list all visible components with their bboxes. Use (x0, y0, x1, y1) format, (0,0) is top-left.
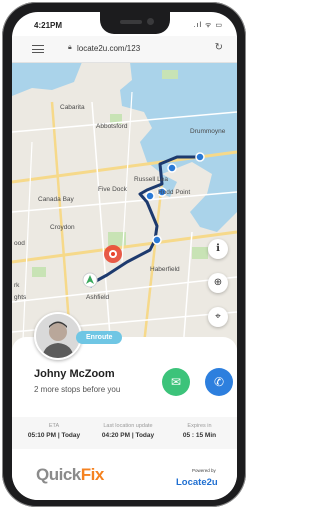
map-label-rk: rk (14, 282, 20, 289)
last-update-label: Last location update (103, 423, 153, 429)
vehicle-marker-icon (82, 272, 98, 288)
driver-name: Johny McZoom (34, 368, 115, 380)
expires-value: 05 : 15 Min (182, 432, 217, 439)
stops-remaining-text: 2 more stops before you (34, 385, 121, 394)
last-update-column: Last location update 04:20 PM | Today (92, 423, 164, 439)
powered-by-label: Powered by (192, 468, 216, 473)
route-stop (195, 152, 205, 162)
zoom-in-icon: ⊕ (213, 277, 223, 288)
destination-pin[interactable] (104, 245, 122, 263)
route-stop (167, 163, 177, 173)
phone-notch (100, 12, 170, 34)
zoom-in-button[interactable]: ⊕ (208, 273, 228, 293)
map-label-canada-bay: Canada Bay (38, 196, 74, 203)
status-time: 4:21PM (34, 21, 63, 30)
eta-label: ETA (48, 423, 60, 429)
map-label-ashfield: Ashfield (86, 294, 110, 301)
hamburger-icon[interactable] (32, 45, 44, 53)
last-update-value: 04:20 PM | Today (101, 432, 155, 439)
info-button[interactable]: ℹ (208, 239, 228, 259)
map-label-haberfield: Haberfield (150, 266, 180, 273)
speaker-grille (120, 20, 142, 24)
map-label-ghts: ghts (14, 294, 27, 301)
status-icons: .ıl ᯤ ▭ (193, 22, 223, 29)
map-label-croydon: Croydon (50, 224, 75, 231)
quickfix-logo-fix: Fix (80, 465, 105, 484)
map-label-five-dock: Five Dock (98, 186, 127, 193)
message-button[interactable]: ✉ (162, 368, 190, 396)
eta-column: ETA 05:10 PM | Today (24, 423, 84, 439)
phone-screen: Cabarita Abbotsford Drummoyne Russell Le… (12, 12, 237, 500)
map-label-cabarita: Cabarita (60, 104, 85, 111)
browser-url-bar[interactable]: 🔒︎ locate2u.com/123 ↻ (12, 36, 237, 63)
call-button[interactable]: ✆ (205, 368, 233, 396)
lock-icon: 🔒︎ (68, 44, 72, 51)
camera-icon (147, 18, 154, 25)
expires-column: Expires in 05 : 15 Min (172, 423, 227, 439)
avatar-photo (36, 314, 80, 358)
map-label-drummoyne: Drummoyne (190, 128, 226, 135)
reload-icon[interactable]: ↻ (215, 42, 223, 53)
locate-me-button[interactable]: ⌖ (208, 307, 228, 327)
phone-icon: ✆ (213, 375, 225, 389)
location-target-icon: ⌖ (215, 311, 221, 322)
map-label-abbotsford: Abbotsford (96, 123, 128, 130)
expires-label: Expires in (187, 423, 212, 429)
info-icon: ℹ (216, 243, 220, 254)
status-badge: Enroute (76, 331, 123, 344)
avatar (34, 312, 82, 360)
quickfix-logo: QuickFix (36, 465, 104, 485)
phone-frame: Cabarita Abbotsford Drummoyne Russell Le… (2, 2, 246, 507)
trip-info-row: ETA 05:10 PM | Today Last location updat… (12, 417, 237, 449)
url-text[interactable]: locate2u.com/123 (77, 44, 140, 53)
quickfix-logo-quick: Quick (36, 465, 81, 484)
message-icon: ✉ (170, 375, 182, 389)
locate2u-logo: Locate2u (176, 477, 218, 488)
map-label-wood: ood (14, 240, 25, 247)
eta-value: 05:10 PM | Today (27, 432, 81, 439)
route-stop (145, 191, 155, 201)
map-label-rodd-point: Rodd Point (158, 189, 191, 196)
route-stop (152, 235, 162, 245)
map-label-russell-lea: Russell Lea (134, 176, 168, 183)
